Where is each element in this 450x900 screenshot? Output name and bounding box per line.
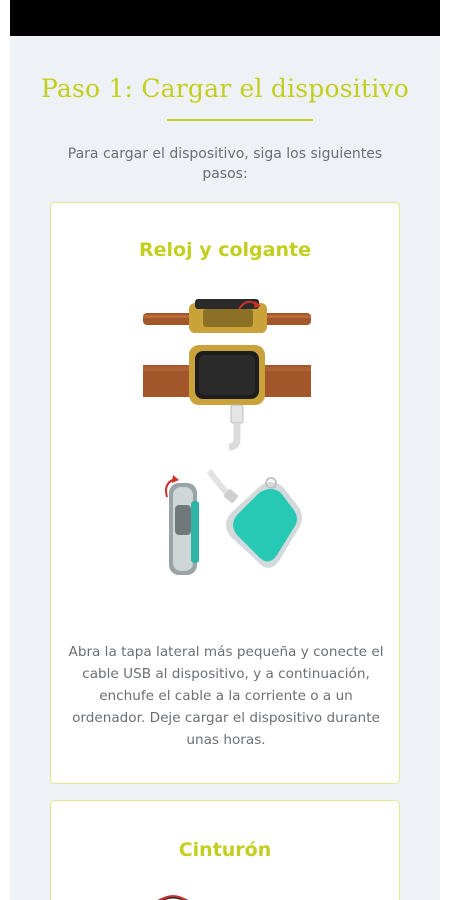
watch-charging-image [143, 299, 311, 451]
page-title: Paso 1: Cargar el dispositivo [41, 74, 409, 103]
card-watch-pendant: Reloj y colgante Abra la tapa lateral má… [50, 202, 400, 784]
intro-text: Para cargar el dispositivo, siga los sig… [67, 146, 383, 182]
card-title: Reloj y colgante [139, 239, 311, 261]
page-content: Paso 1: Cargar el dispositivo Para carga… [10, 36, 440, 900]
belt-image [157, 895, 189, 900]
status-bar [10, 0, 440, 36]
card-title: Cinturón [178, 839, 272, 861]
card-description: Abra la tapa lateral más pequeña y conec… [68, 644, 384, 748]
card-belt: Cinturón [50, 800, 400, 900]
pendant-charging-image [165, 469, 302, 575]
title-underline [167, 119, 313, 121]
